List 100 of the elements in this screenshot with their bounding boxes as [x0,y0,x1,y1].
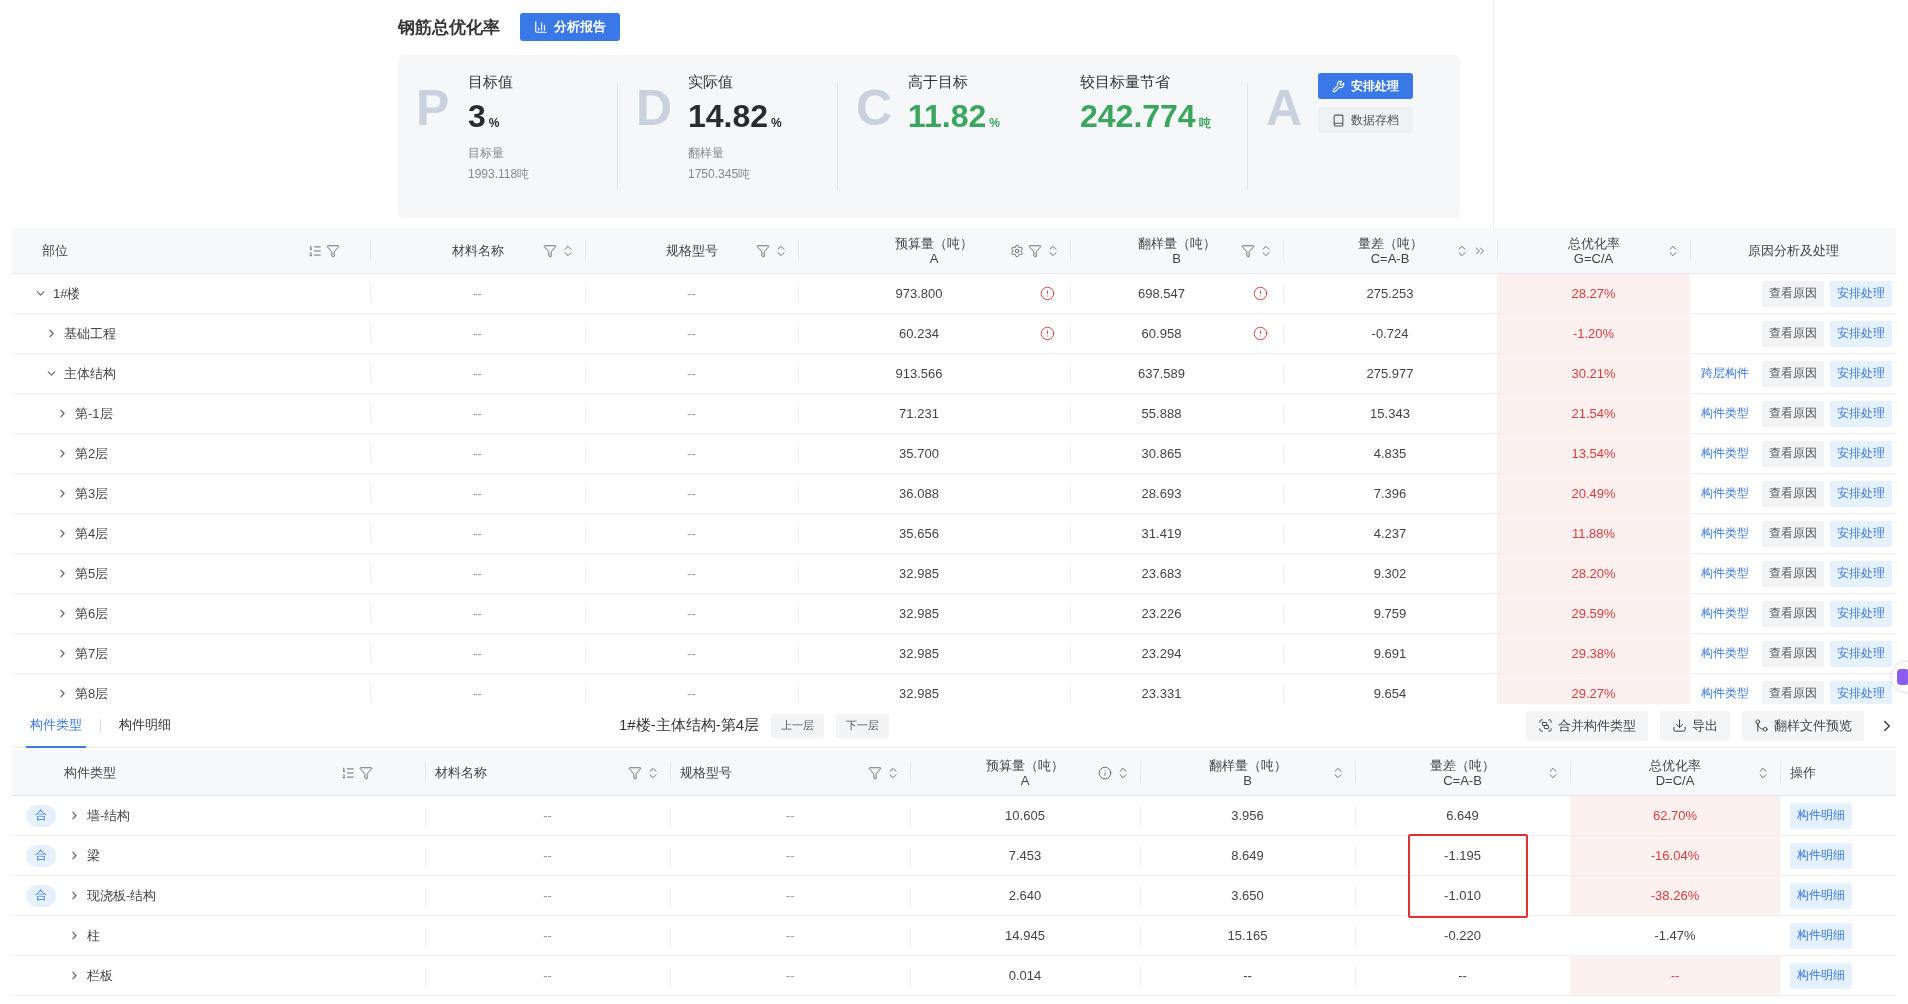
action-button[interactable]: 查看原因 [1762,480,1824,507]
action-button[interactable]: 查看原因 [1762,320,1824,347]
assign-button[interactable]: 安排处理 [1318,73,1413,99]
sort-icon[interactable] [1666,243,1680,258]
tree-item-label[interactable]: 第3层 [75,484,109,503]
rate-cell: -- [1670,968,1680,983]
table-cell-text: 23.683 [1140,566,1183,581]
tree-item-label[interactable]: 第5层 [75,564,109,583]
action-button[interactable]: 安排处理 [1830,440,1892,467]
action-link[interactable]: 构件类型 [1694,680,1756,704]
tree-item-label[interactable]: 第4层 [75,524,109,543]
tree-item-label[interactable]: 第-1层 [75,404,113,423]
action-button[interactable]: 查看原因 [1762,680,1824,704]
metric-value: 3% [468,98,501,135]
action-button[interactable]: 安排处理 [1830,680,1892,704]
sort-order-icon[interactable] [308,243,322,258]
action-link[interactable]: 构件类型 [1694,640,1756,667]
filter-icon[interactable] [543,243,557,258]
detail-button[interactable]: 构件明细 [1790,922,1852,949]
tree-item-label[interactable]: 第6层 [75,604,109,623]
filter-icon[interactable] [628,765,642,780]
action-link[interactable]: 构件类型 [1694,600,1756,627]
tree-item-label[interactable]: 第8层 [75,684,109,703]
tree-item-label[interactable]: 第7层 [75,644,109,663]
table-cell: 4.835 [1373,446,1407,461]
action-link[interactable]: 构件类型 [1694,520,1756,547]
action-link[interactable]: 构件类型 [1694,400,1756,427]
tree-item-label[interactable]: 第2层 [75,444,109,463]
archive-button[interactable]: 数据存档 [1318,107,1413,133]
filter-icon[interactable] [1241,243,1255,258]
filter-icon[interactable] [1028,243,1042,258]
tree-item-label[interactable]: 墙-结构 [87,806,131,825]
column-header: 材料名称 [435,765,488,780]
action-button[interactable]: 查看原因 [1762,600,1824,627]
info-icon[interactable] [1098,765,1112,780]
action-button[interactable]: 安排处理 [1830,360,1892,387]
table-cell: -1.195 [1444,848,1481,863]
sort-icon[interactable] [774,243,788,258]
tab[interactable]: 构件类型 [26,703,86,748]
sort-icon[interactable] [561,243,575,258]
action-link[interactable]: 跨层构件 [1694,360,1756,387]
table-cell: 4.237 [1373,526,1407,541]
toolbar-button[interactable]: 导出 [1660,710,1730,741]
sort-order-icon[interactable] [341,765,355,780]
table-cell: -- [687,486,696,501]
branch-icon [1754,718,1769,733]
table-cell-text: 30.865 [1140,446,1183,461]
column-header: 操作 [1790,765,1817,780]
tree-item-label[interactable]: 主体结构 [64,364,116,383]
action-link[interactable]: 构件类型 [1694,440,1756,467]
tree-item-label[interactable]: 梁 [87,846,100,865]
filter-icon[interactable] [868,765,882,780]
detail-button[interactable]: 构件明细 [1790,842,1852,869]
action-button[interactable]: 安排处理 [1830,480,1892,507]
tab[interactable]: 构件明细 [115,703,175,748]
filter-icon[interactable] [756,243,770,258]
table-cell-text: 32.985 [898,686,940,701]
settings-icon[interactable] [1010,243,1024,258]
action-button[interactable]: 查看原因 [1762,400,1824,427]
detail-button[interactable]: 构件明细 [1790,882,1852,909]
filter-icon[interactable] [326,243,340,258]
tree-item-label[interactable]: 柱 [87,926,100,945]
action-button[interactable]: 安排处理 [1830,280,1892,307]
tree-item-label[interactable]: 基础工程 [64,324,116,343]
floor-nav-button[interactable]: 上一层 [771,713,825,738]
tree-item-label[interactable]: 现浇板-结构 [87,886,157,905]
metric-label: 较目标量节省 [1080,73,1171,92]
report-button[interactable]: 分析报告 [520,13,620,41]
column-header: 翻样量（吨） B [1137,235,1216,266]
detail-button[interactable]: 构件明细 [1790,962,1852,989]
action-button[interactable]: 查看原因 [1762,280,1824,307]
sort-icon[interactable] [1259,243,1273,258]
tree-item-label[interactable]: 栏板 [87,966,113,985]
toolbar-button[interactable]: 合并构件类型 [1526,710,1648,741]
sort-icon[interactable] [1046,243,1060,258]
table-cell-text: 71.231 [898,406,940,421]
sort-icon[interactable] [1455,243,1469,258]
action-button[interactable]: 查看原因 [1762,360,1824,387]
action-button[interactable]: 安排处理 [1830,640,1892,667]
table-cell: 9.759 [1373,606,1407,621]
toolbar-button[interactable]: 翻样文件预览 [1742,710,1864,741]
action-link[interactable]: 构件类型 [1694,480,1756,507]
action-button[interactable]: 查看原因 [1762,640,1824,667]
detail-button[interactable]: 构件明细 [1790,802,1852,829]
table-cell-text: 23.226 [1140,606,1183,621]
action-button[interactable]: 查看原因 [1762,520,1824,547]
action-button[interactable]: 查看原因 [1762,560,1824,587]
action-button[interactable]: 安排处理 [1830,520,1892,547]
action-button[interactable]: 安排处理 [1830,400,1892,427]
rate-cell: -1.20% [1572,326,1615,341]
action-button[interactable]: 查看原因 [1762,440,1824,467]
action-button[interactable]: 安排处理 [1830,600,1892,627]
column-header: 量差（吨） C=A-B [1430,757,1495,788]
action-button[interactable]: 安排处理 [1830,320,1892,347]
filter-icon[interactable] [359,765,373,780]
tree-item-label[interactable]: 1#楼 [53,284,81,303]
table-cell: -- [473,286,482,301]
action-button[interactable]: 安排处理 [1830,560,1892,587]
floor-nav-button[interactable]: 下一层 [836,713,890,738]
action-link[interactable]: 构件类型 [1694,560,1756,587]
